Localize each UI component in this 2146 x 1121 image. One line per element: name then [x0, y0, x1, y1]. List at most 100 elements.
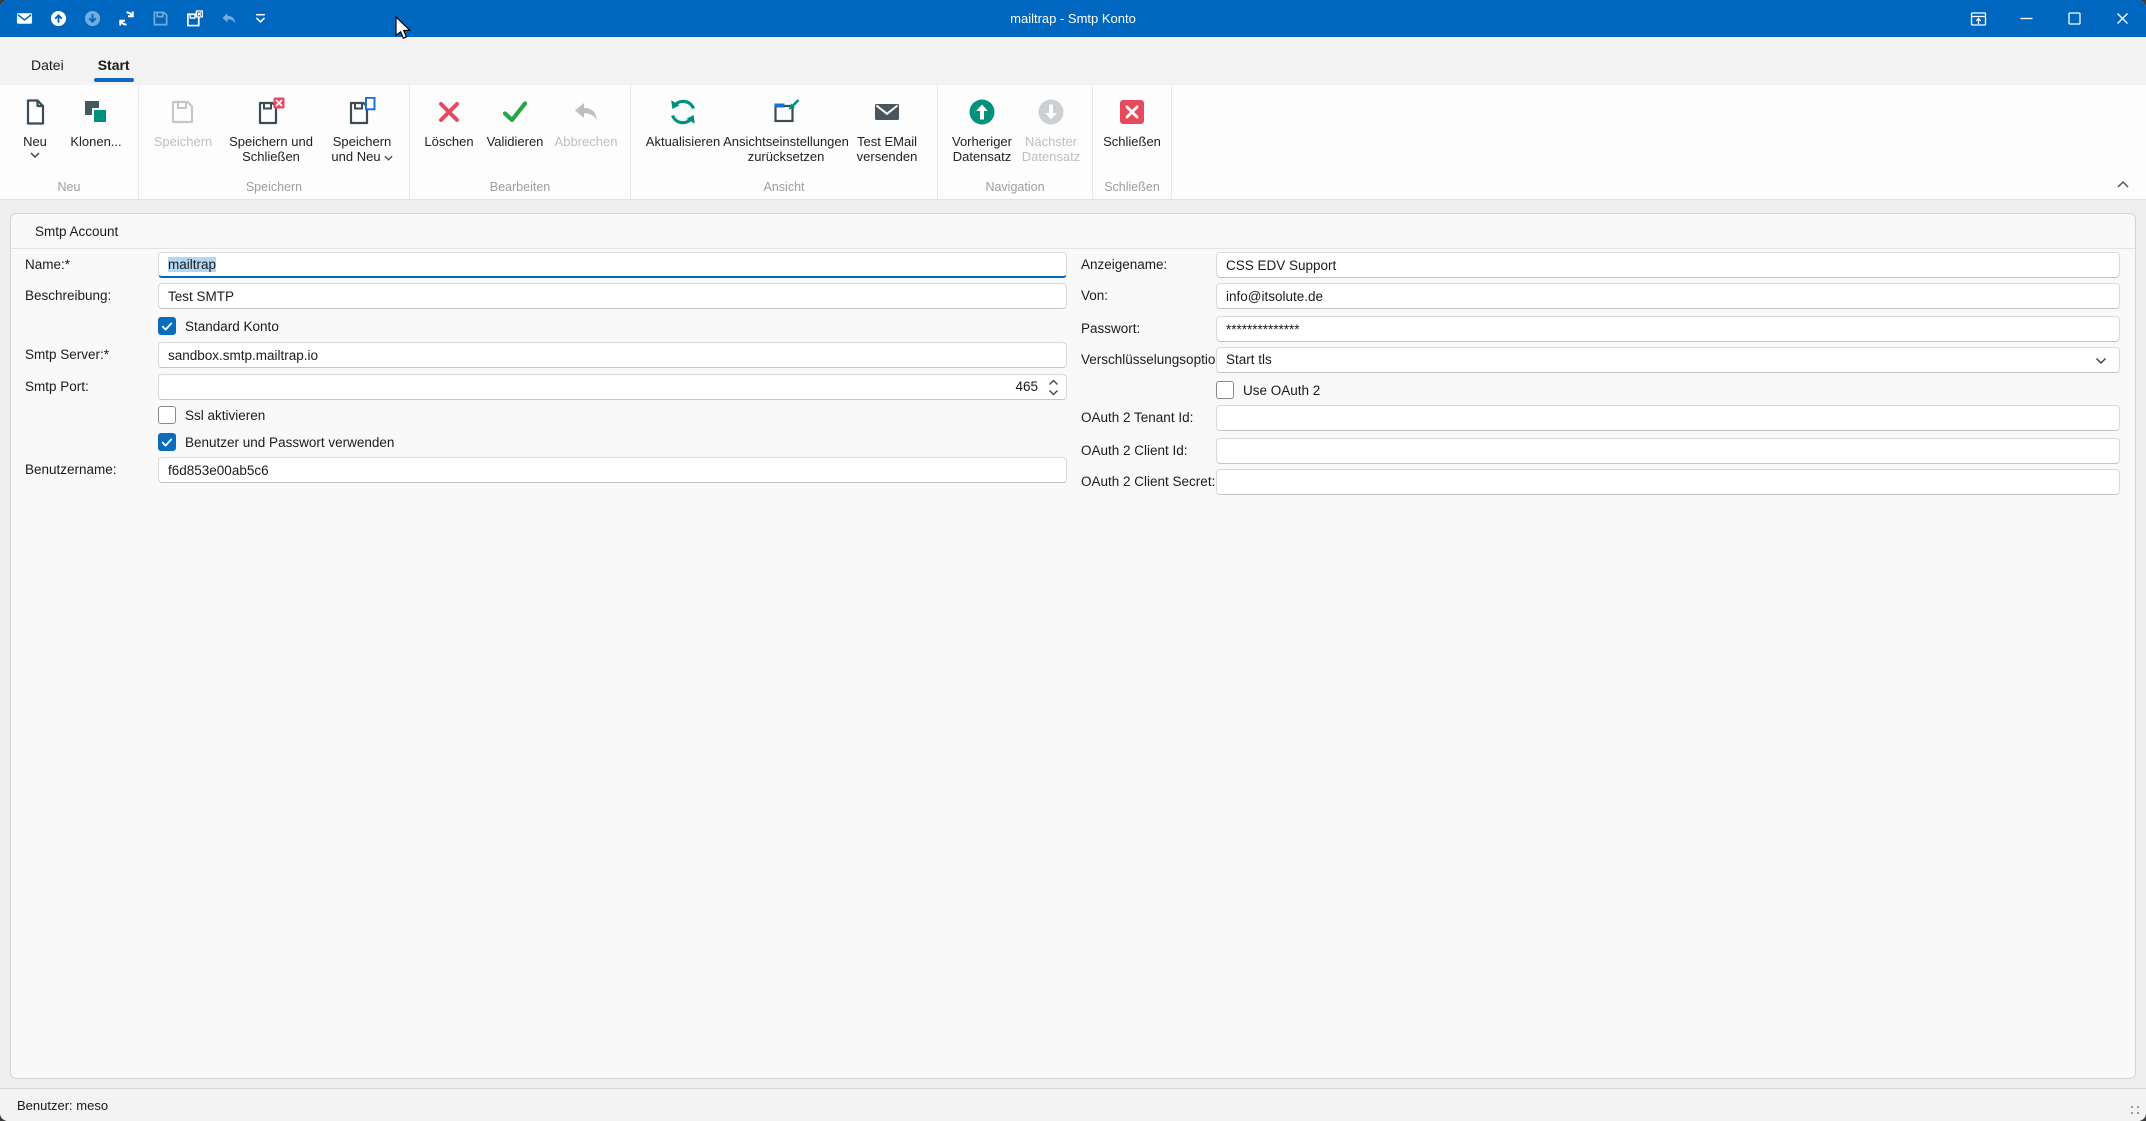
- use-oauth-row: Use OAuth 2: [1216, 380, 1320, 400]
- save-icon: [168, 97, 198, 127]
- check-icon: [161, 437, 173, 448]
- ribbon: Neu Klonen... Neu Speichern Speichern un…: [0, 85, 2146, 200]
- close-icon: [2115, 11, 2130, 26]
- ribbon-group-ansicht: Aktualisieren Ansichtseinstellungen zurü…: [631, 85, 938, 199]
- clone-icon: [81, 97, 111, 127]
- tab-datei[interactable]: Datei: [14, 49, 81, 85]
- standard-konto-row: Standard Konto: [158, 316, 279, 336]
- speichern-button[interactable]: Speichern: [147, 94, 219, 149]
- benutzer-passwort-label: Benutzer und Passwort verwenden: [185, 435, 394, 450]
- envelope-icon: [872, 97, 902, 127]
- benutzername-input[interactable]: [158, 457, 1067, 483]
- beschreibung-input[interactable]: [158, 283, 1067, 309]
- oauth-tenant-input[interactable]: [1216, 405, 2120, 431]
- mail-icon[interactable]: [16, 10, 33, 27]
- beschreibung-label: Beschreibung:: [25, 283, 111, 309]
- validieren-label: Validieren: [487, 134, 544, 149]
- qat-customize-icon[interactable]: [254, 12, 267, 25]
- passwort-input[interactable]: [1216, 316, 2120, 342]
- previous-record-icon[interactable]: [50, 10, 67, 27]
- status-bar: Benutzer: meso: [0, 1088, 2146, 1121]
- status-user: Benutzer: meso: [17, 1098, 108, 1113]
- maximize-button[interactable]: [2050, 0, 2098, 37]
- speichern-und-neu-button[interactable]: Speichern und Neu: [323, 94, 401, 165]
- minimize-icon: [2019, 11, 2034, 26]
- close-square-icon: [1117, 97, 1147, 127]
- ribbon-group-navigation: Vorheriger Datensatz Nächster Datensatz …: [938, 85, 1093, 199]
- speichern-und-schliessen-button[interactable]: Speichern und Schließen: [219, 94, 323, 165]
- refresh-icon[interactable]: [118, 10, 135, 27]
- anzeigename-label: Anzeigename:: [1081, 252, 1167, 278]
- smtp-port-input[interactable]: 465: [158, 374, 1067, 400]
- ssl-label: Ssl aktivieren: [185, 408, 265, 423]
- standard-konto-checkbox[interactable]: [158, 317, 176, 335]
- vorheriger-datensatz-button[interactable]: Vorheriger Datensatz: [946, 94, 1018, 165]
- smtp-port-value: 465: [1015, 379, 1038, 394]
- next-record-icon[interactable]: [84, 10, 101, 27]
- neu-label: Neu: [23, 134, 47, 149]
- benutzer-passwort-checkbox[interactable]: [158, 433, 176, 451]
- ansichtseinstellungen-button[interactable]: Ansichtseinstellungen zurücksetzen: [727, 94, 845, 165]
- window-controls: [1954, 0, 2146, 37]
- save-and-new-icon: [347, 97, 377, 127]
- refresh-icon: [668, 97, 698, 127]
- ribbon-display-options-icon: [1970, 11, 1987, 27]
- name-input[interactable]: mailtrap: [158, 252, 1067, 278]
- oauth-client-id-label: OAuth 2 Client Id:: [1081, 438, 1188, 464]
- standard-konto-label: Standard Konto: [185, 319, 279, 334]
- group-label-neu: Neu: [0, 180, 138, 194]
- smtp-account-panel: Smtp Account Name:* mailtrap Beschreibun…: [10, 213, 2136, 1079]
- ribbon-group-speichern: Speichern Speichern und Schließen Speich…: [139, 85, 410, 199]
- collapse-ribbon-icon[interactable]: [2116, 179, 2130, 189]
- quick-access-toolbar: [16, 10, 267, 27]
- spinner-up-icon[interactable]: [1048, 379, 1059, 386]
- name-label: Name:*: [25, 252, 70, 278]
- group-label-navigation: Navigation: [938, 180, 1092, 194]
- resize-grip[interactable]: [2131, 1106, 2139, 1114]
- naechster-datensatz-button[interactable]: Nächster Datensatz: [1018, 94, 1084, 165]
- schliessen-label: Schließen: [1103, 134, 1161, 149]
- speichern-und-schliessen-label: Speichern und Schließen: [219, 134, 323, 165]
- use-oauth-checkbox[interactable]: [1216, 381, 1234, 399]
- smtp-server-label: Smtp Server:*: [25, 342, 109, 368]
- ssl-checkbox[interactable]: [158, 406, 176, 424]
- verschluesselung-value: Start tls: [1226, 352, 1272, 367]
- oauth-client-id-input[interactable]: [1216, 438, 2120, 464]
- neu-button[interactable]: Neu: [8, 94, 62, 158]
- oauth-client-secret-input[interactable]: [1216, 469, 2120, 495]
- minimize-button[interactable]: [2002, 0, 2050, 37]
- anzeigename-input[interactable]: [1216, 252, 2120, 278]
- klonen-button[interactable]: Klonen...: [62, 94, 130, 149]
- klonen-label: Klonen...: [70, 134, 121, 149]
- maximize-icon: [2067, 11, 2082, 26]
- delete-x-icon: [434, 97, 464, 127]
- validieren-button[interactable]: Validieren: [480, 94, 550, 149]
- ssl-row: Ssl aktivieren: [158, 405, 265, 425]
- benutzer-passwort-row: Benutzer und Passwort verwenden: [158, 432, 394, 452]
- use-oauth-label: Use OAuth 2: [1243, 383, 1320, 398]
- save-icon[interactable]: [152, 10, 169, 27]
- von-input[interactable]: [1216, 283, 2120, 309]
- spinner-down-icon[interactable]: [1048, 389, 1059, 396]
- ansichtseinstellungen-label: Ansichtseinstellungen zurücksetzen: [723, 134, 849, 165]
- tab-start[interactable]: Start: [81, 49, 147, 85]
- oauth-client-secret-label: OAuth 2 Client Secret:: [1081, 469, 1215, 495]
- chevron-down-icon: [384, 155, 393, 161]
- aktualisieren-button[interactable]: Aktualisieren: [639, 94, 727, 149]
- ribbon-display-options-button[interactable]: [1954, 0, 2002, 37]
- smtp-server-input[interactable]: [158, 342, 1067, 368]
- verschluesselung-select[interactable]: Start tls: [1216, 347, 2120, 373]
- abbrechen-button[interactable]: Abbrechen: [550, 94, 622, 149]
- naechster-datensatz-label: Nächster Datensatz: [1018, 134, 1084, 165]
- test-email-button[interactable]: Test EMail versenden: [845, 94, 929, 165]
- port-spinner[interactable]: [1048, 379, 1059, 396]
- schliessen-button[interactable]: Schließen: [1101, 94, 1163, 149]
- save-and-close-icon[interactable]: [186, 10, 203, 27]
- undo-arrow-icon: [571, 97, 601, 127]
- loeschen-label: Löschen: [424, 134, 473, 149]
- group-label-bearbeiten: Bearbeiten: [410, 180, 630, 194]
- group-label-schliessen: Schließen: [1093, 180, 1171, 194]
- loeschen-button[interactable]: Löschen: [418, 94, 480, 149]
- close-button[interactable]: [2098, 0, 2146, 37]
- undo-icon[interactable]: [220, 10, 237, 27]
